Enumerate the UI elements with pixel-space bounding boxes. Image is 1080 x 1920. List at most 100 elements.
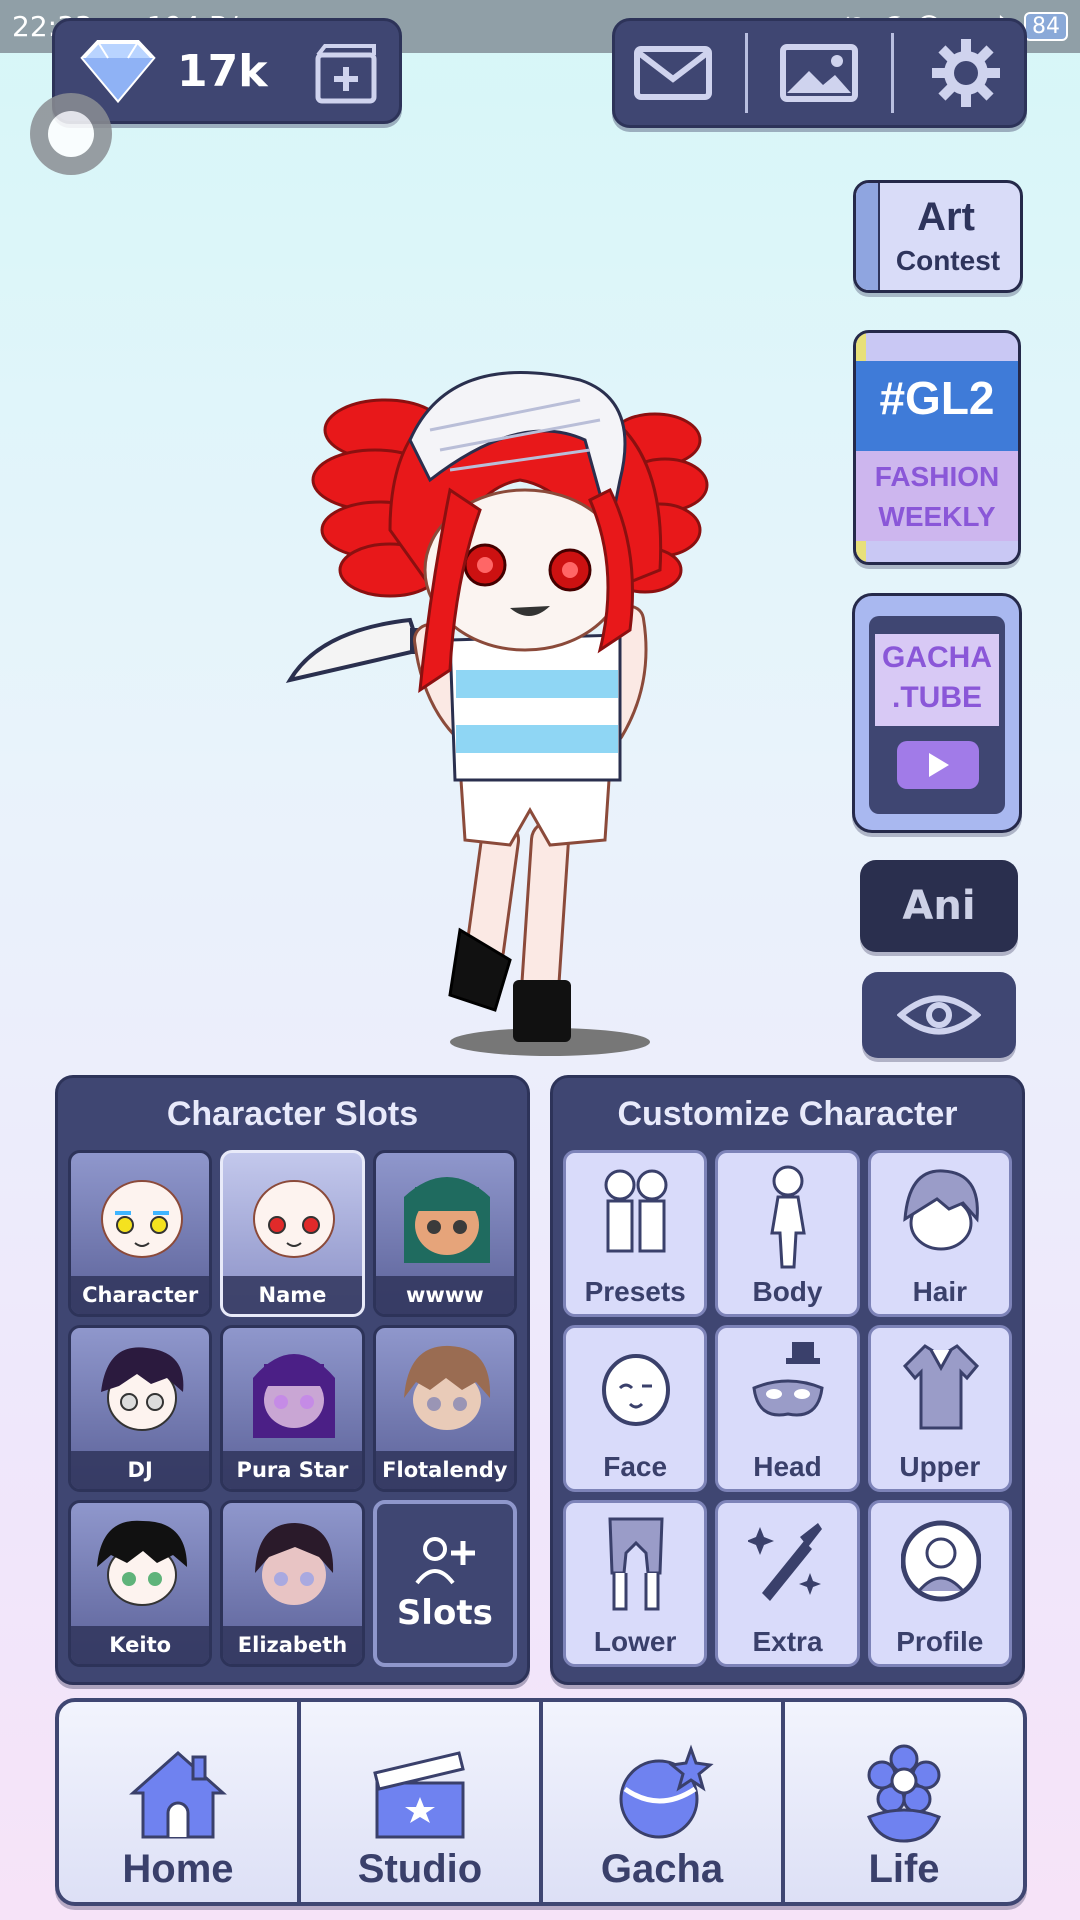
head-button[interactable]: Head <box>715 1325 860 1492</box>
visibility-button[interactable] <box>862 972 1016 1058</box>
face-icon <box>602 1354 670 1426</box>
slot-item[interactable]: Flotalendy <box>372 1325 517 1492</box>
mask-icon <box>752 1342 824 1417</box>
gear-icon <box>931 39 1000 107</box>
slot-item[interactable]: wwww <box>372 1150 517 1317</box>
hair-icon <box>902 1169 979 1251</box>
face-button[interactable]: Face <box>563 1325 708 1492</box>
gachatube-line1: GACHA <box>882 641 992 674</box>
fashion-label: FASHION <box>874 461 1000 492</box>
sword-icon <box>748 1523 823 1601</box>
eye-icon <box>897 995 981 1035</box>
add-slots-button[interactable]: Slots <box>372 1500 517 1667</box>
nav-home[interactable]: Home <box>59 1702 297 1902</box>
clapperboard-icon <box>373 1751 465 1839</box>
slot-item[interactable]: Keito <box>68 1500 213 1667</box>
slot-label: Elizabeth <box>223 1626 362 1664</box>
divider <box>744 33 748 113</box>
lower-button[interactable]: Lower <box>563 1500 708 1667</box>
gl2-fashion-weekly-button[interactable]: #GL2 FASHION WEEKLY <box>853 330 1021 565</box>
avatar <box>253 1354 336 1438</box>
house-icon <box>129 1750 227 1839</box>
nav-life-label: Life <box>868 1847 940 1891</box>
slot-label: wwww <box>375 1276 514 1314</box>
avatar <box>101 1347 184 1431</box>
gachatube-line2: .TUBE <box>892 681 982 714</box>
weekly-label: WEEKLY <box>878 501 996 532</box>
upper-button[interactable]: Upper <box>867 1325 1012 1492</box>
avatar <box>255 1523 334 1605</box>
head-label: Head <box>753 1451 822 1482</box>
presets-button[interactable]: Presets <box>563 1150 708 1317</box>
gl2-tag: #GL2 <box>879 372 995 424</box>
gachatube-button[interactable]: GACHA .TUBE <box>852 593 1022 833</box>
pants-icon <box>608 1517 664 1611</box>
customize-title: Customize Character <box>617 1095 958 1133</box>
record-button[interactable] <box>30 93 112 175</box>
slot-item[interactable]: Pura Star <box>220 1325 365 1492</box>
slot-label: Flotalendy <box>375 1451 514 1489</box>
slot-item[interactable]: DJ Phantom <box>68 1325 213 1492</box>
nav-gacha[interactable]: Gacha <box>539 1702 781 1902</box>
body-button[interactable]: Body <box>715 1150 860 1317</box>
slot-label: Name <box>223 1276 362 1314</box>
face-label: Face <box>603 1451 668 1482</box>
gachatube-label: GACHA .TUBE <box>875 634 999 726</box>
settings-button[interactable] <box>921 33 1011 113</box>
avatar <box>253 1180 336 1258</box>
slot-item[interactable]: Name <box>220 1150 365 1317</box>
profile-icon <box>900 1520 981 1602</box>
slot-item[interactable]: Elizabeth <box>220 1500 365 1667</box>
extra-label: Extra <box>752 1626 823 1657</box>
slot-item[interactable]: Character <box>68 1150 213 1317</box>
art-contest-line1: Art <box>917 195 975 239</box>
character-slots-panel: Character Slots Character Name wwww DJ P… <box>55 1075 530 1685</box>
customize-grid: Presets Body Hair Face Head Upper Lower <box>563 1150 1012 1667</box>
nav-studio-label: Studio <box>357 1847 483 1891</box>
add-video-icon[interactable] <box>315 43 377 105</box>
slot-label: Character <box>71 1276 210 1314</box>
mail-icon <box>634 46 713 100</box>
nav-life[interactable]: Life <box>781 1702 1023 1902</box>
gem-counter: 17k <box>52 18 402 124</box>
profile-label: Profile <box>896 1626 984 1657</box>
avatar <box>403 1177 490 1263</box>
slots-label: Slots <box>396 1592 493 1633</box>
gem-count: 17k <box>177 45 268 97</box>
extra-button[interactable]: Extra <box>715 1500 860 1667</box>
avatar <box>101 1180 183 1258</box>
bottom-navigation: Home Studio Gacha Life <box>55 1698 1027 1906</box>
battery-level: 84 <box>1024 12 1068 41</box>
avatar <box>97 1520 187 1606</box>
profile-button[interactable]: Profile <box>867 1500 1012 1667</box>
hair-button[interactable]: Hair <box>867 1150 1012 1317</box>
slots-grid: Character Name wwww DJ Phantom Pura Star… <box>68 1150 517 1667</box>
lower-label: Lower <box>593 1626 677 1657</box>
fashion-weekly-label: FASHION WEEKLY <box>856 451 1018 541</box>
hair-label: Hair <box>912 1276 968 1307</box>
avatar <box>403 1345 490 1430</box>
slot-label: Pura Star <box>223 1451 362 1489</box>
top-right-toolbar <box>612 18 1027 128</box>
mail-button[interactable] <box>628 33 718 113</box>
gallery-button[interactable] <box>774 33 864 113</box>
character-slots-title: Character Slots <box>166 1095 419 1133</box>
add-user-icon <box>415 1536 475 1584</box>
slot-label: DJ Phantom <box>71 1451 210 1489</box>
nav-gacha-label: Gacha <box>600 1847 724 1891</box>
gacha-ball-icon <box>619 1744 714 1839</box>
presets-icon <box>604 1169 668 1253</box>
shirt-icon <box>902 1344 979 1430</box>
ani-button[interactable]: Ani <box>860 860 1018 952</box>
nav-home-label: Home <box>122 1847 234 1891</box>
presets-label: Presets <box>584 1276 686 1307</box>
nav-studio[interactable]: Studio <box>297 1702 539 1902</box>
character-preview[interactable] <box>280 370 760 1060</box>
flower-icon <box>867 1744 941 1843</box>
customize-character-panel: Customize Character Presets Body Hair Fa… <box>550 1075 1025 1685</box>
body-label: Body <box>752 1276 823 1307</box>
slot-label: Keito <box>71 1626 210 1664</box>
art-contest-button[interactable]: Art Contest <box>853 180 1023 293</box>
upper-label: Upper <box>899 1451 981 1482</box>
body-icon <box>770 1165 807 1269</box>
